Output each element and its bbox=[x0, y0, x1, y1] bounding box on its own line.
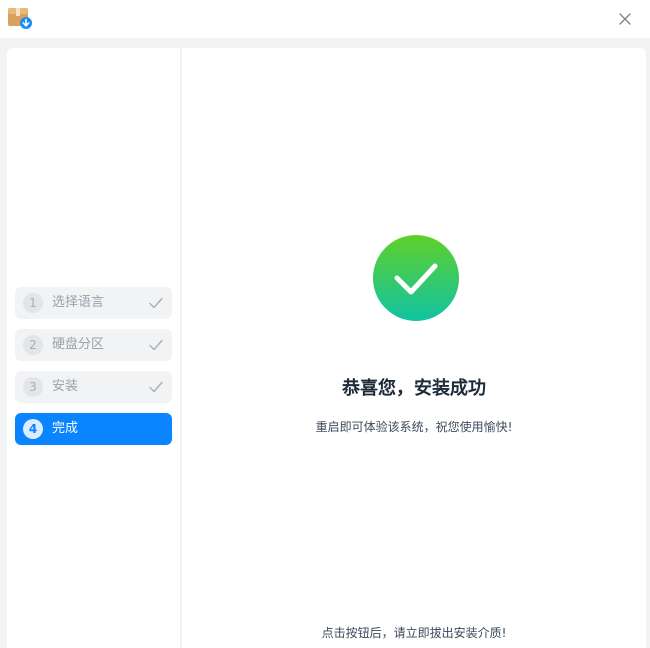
success-check-icon bbox=[373, 235, 459, 321]
success-title: 恭喜您，安装成功 bbox=[342, 378, 486, 399]
step-label: 完成 bbox=[52, 421, 79, 436]
main-panel: 恭喜您，安装成功 重启即可体验该系统，祝您使用愉快! 点击按钮后，请立即拔出安装… bbox=[182, 48, 646, 648]
step-label: 选择语言 bbox=[52, 295, 105, 310]
step-number: 3 bbox=[23, 377, 43, 397]
step-number: 2 bbox=[23, 335, 43, 355]
check-icon bbox=[149, 381, 163, 393]
step-install[interactable]: 3 安装 bbox=[15, 371, 172, 403]
installer-package-icon bbox=[8, 8, 32, 29]
title-bar bbox=[0, 0, 650, 38]
step-disk-partition[interactable]: 2 硬盘分区 bbox=[15, 329, 172, 361]
step-label: 安装 bbox=[52, 379, 79, 394]
check-icon bbox=[149, 297, 163, 309]
remove-media-note: 点击按钮后，请立即拔出安装介质! bbox=[321, 626, 507, 640]
step-number: 1 bbox=[23, 293, 43, 313]
steps-sidebar: 1 选择语言 2 硬盘分区 3 安装 4 完成 bbox=[7, 48, 180, 648]
step-label: 硬盘分区 bbox=[52, 337, 105, 352]
step-complete[interactable]: 4 完成 bbox=[15, 413, 172, 445]
success-subtitle: 重启即可体验该系统，祝您使用愉快! bbox=[315, 420, 513, 434]
step-number: 4 bbox=[23, 419, 43, 439]
check-icon bbox=[149, 339, 163, 351]
step-select-language[interactable]: 1 选择语言 bbox=[15, 287, 172, 319]
close-icon[interactable] bbox=[614, 8, 636, 30]
